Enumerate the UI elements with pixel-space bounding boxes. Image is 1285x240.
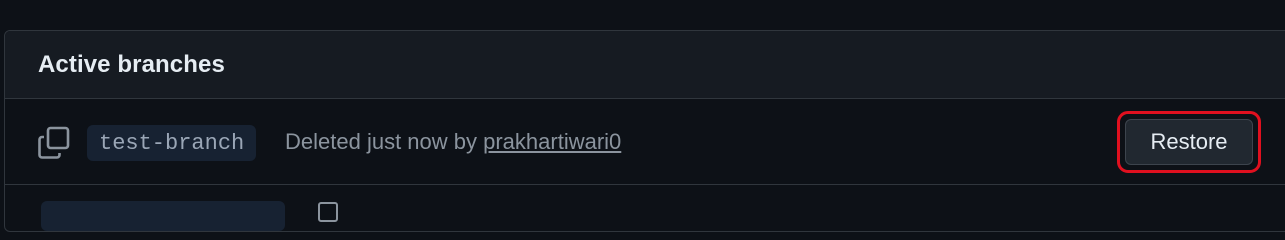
panel-header: Active branches	[5, 31, 1285, 99]
page: Active branches test-branch Deleted just…	[0, 0, 1285, 232]
branch-name[interactable]: test-branch	[87, 125, 257, 161]
next-branch-name[interactable]	[41, 201, 285, 231]
next-row-icon[interactable]	[318, 202, 338, 222]
next-branch-row	[5, 185, 1285, 231]
branch-row: test-branch Deleted just now by prakhart…	[5, 99, 1285, 185]
deleted-by-user-link[interactable]: prakhartiwari0	[483, 129, 621, 154]
restore-button[interactable]: Restore	[1125, 119, 1253, 165]
restore-button-highlight: Restore	[1117, 111, 1261, 173]
panel-title: Active branches	[38, 50, 225, 78]
copy-icon[interactable]	[37, 126, 71, 160]
active-branches-panel: Active branches test-branch Deleted just…	[4, 30, 1285, 232]
deleted-status: Deleted just now by prakhartiwari0	[285, 129, 621, 155]
deleted-status-prefix: Deleted just now by	[285, 129, 484, 154]
